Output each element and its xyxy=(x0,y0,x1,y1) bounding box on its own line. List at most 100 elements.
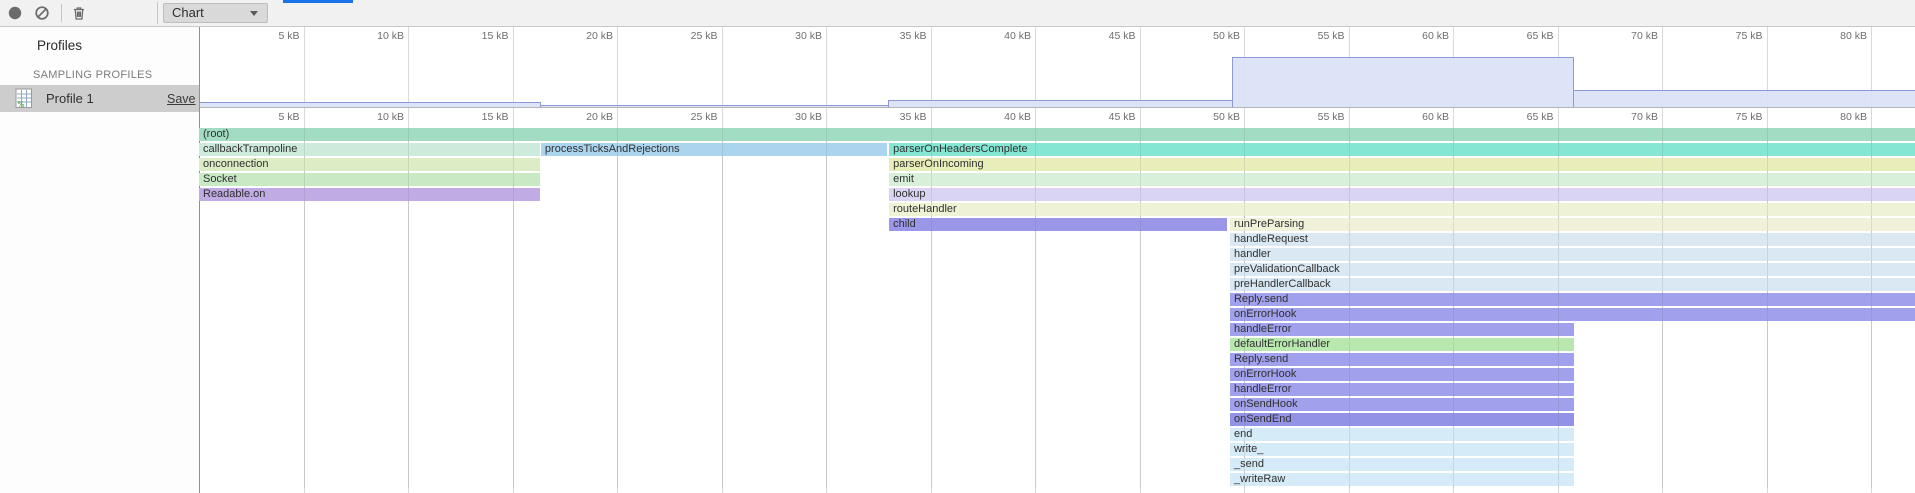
allocation-overview-area-step[interactable] xyxy=(888,100,1232,108)
block-icon xyxy=(34,5,50,21)
flame-bar[interactable]: write_ xyxy=(1230,443,1574,456)
overview-ruler-tick-label: 75 kB xyxy=(1705,30,1763,42)
profile-document-icon: % xyxy=(15,88,33,109)
flame-gridline-overlay xyxy=(1349,128,1350,488)
profile-name: Profile 1 xyxy=(46,91,94,106)
overview-ruler-tick-label: 35 kB xyxy=(869,30,927,42)
allocation-overview-area-step[interactable] xyxy=(541,105,888,107)
flame-ruler-tick-label: 45 kB xyxy=(1078,111,1136,123)
flame-ruler-tick-label: 80 kB xyxy=(1809,111,1867,123)
toolbar-divider xyxy=(157,2,158,24)
profiles-heading: Profiles xyxy=(37,38,82,53)
flame-ruler-tick-label: 65 kB xyxy=(1496,111,1554,123)
flame-ruler-tick-label: 10 kB xyxy=(346,111,404,123)
flame-bar[interactable]: routeHandler xyxy=(889,203,1915,216)
flame-gridline-overlay xyxy=(513,128,514,488)
flame-bar[interactable]: Readable.on xyxy=(199,188,540,201)
flame-bar[interactable]: defaultErrorHandler xyxy=(1230,338,1574,351)
sampling-profiles-section-label: SAMPLING PROFILES xyxy=(33,69,152,81)
flame-ruler-tick-label: 50 kB xyxy=(1182,111,1240,123)
flame-gridline-overlay xyxy=(617,128,618,488)
overview-ruler-tick-label: 45 kB xyxy=(1078,30,1136,42)
flame-gridline-overlay xyxy=(1453,128,1454,488)
flame-bar[interactable]: child xyxy=(889,218,1227,231)
flame-bar[interactable]: lookup xyxy=(889,188,1915,201)
allocation-chart-pane[interactable]: 5 kB5 kB10 kB10 kB15 kB15 kB20 kB20 kB25… xyxy=(200,27,1915,493)
overview-ruler-tick-label: 25 kB xyxy=(660,30,718,42)
flame-ruler-tick-label: 15 kB xyxy=(451,111,509,123)
flame-bar[interactable]: emit xyxy=(889,173,1915,186)
flame-ruler-tick-label: 25 kB xyxy=(660,111,718,123)
overview-ruler-tick-label: 60 kB xyxy=(1391,30,1449,42)
flame-bar[interactable]: onSendHook xyxy=(1230,398,1574,411)
flame-bar[interactable]: parserOnHeadersComplete xyxy=(889,143,1915,156)
flame-ruler-tick-label: 70 kB xyxy=(1600,111,1658,123)
allocation-overview-area-step[interactable] xyxy=(199,102,541,107)
delete-profile-button[interactable] xyxy=(71,5,87,21)
trash-icon xyxy=(71,5,87,21)
flame-gridline-overlay xyxy=(1558,128,1559,488)
flame-gridline-overlay xyxy=(1244,128,1245,488)
flame-bar[interactable]: Socket xyxy=(199,173,540,186)
flame-bar[interactable]: onSendEnd xyxy=(1230,413,1574,426)
flame-bar[interactable]: handleRequest xyxy=(1230,233,1915,246)
flame-gridline-overlay xyxy=(1035,128,1036,488)
flame-ruler-tick-label: 55 kB xyxy=(1287,111,1345,123)
flame-bar[interactable]: handleError xyxy=(1230,383,1574,396)
record-button[interactable] xyxy=(7,5,23,21)
flame-gridline-overlay xyxy=(408,128,409,488)
flame-bar[interactable]: _writeRaw xyxy=(1230,473,1574,486)
overview-ruler-tick-label: 65 kB xyxy=(1496,30,1554,42)
flame-ruler-tick-label: 20 kB xyxy=(555,111,613,123)
overview-ruler-tick-label: 30 kB xyxy=(764,30,822,42)
flame-ruler-tick-label: 60 kB xyxy=(1391,111,1449,123)
chevron-down-icon xyxy=(250,11,258,16)
flame-bar[interactable]: runPreParsing xyxy=(1230,218,1915,231)
toolbar-divider xyxy=(61,4,62,22)
flame-gridline-overlay xyxy=(304,128,305,488)
overview-ruler-tick-label: 70 kB xyxy=(1600,30,1658,42)
flame-bar[interactable]: callbackTrampoline xyxy=(199,143,540,156)
flame-bar[interactable]: _send xyxy=(1230,458,1574,471)
flame-gridline-overlay xyxy=(931,128,932,488)
overview-ruler-tick-label: 55 kB xyxy=(1287,30,1345,42)
flame-gridline-overlay xyxy=(722,128,723,488)
overview-ruler-tick-label: 80 kB xyxy=(1809,30,1867,42)
flame-bar[interactable]: onErrorHook xyxy=(1230,308,1915,321)
flame-bar[interactable]: handler xyxy=(1230,248,1915,261)
flame-ruler-tick-label: 30 kB xyxy=(764,111,822,123)
flame-bar[interactable]: (root) xyxy=(199,128,1915,141)
flame-ruler-tick-label: 75 kB xyxy=(1705,111,1763,123)
memory-profiler-panel: Chart Profiles SAMPLING PROFILES % Profi… xyxy=(0,0,1915,493)
toolbar: Chart xyxy=(0,0,1915,27)
flame-gridline-overlay xyxy=(1871,128,1872,488)
flame-bar[interactable]: onErrorHook xyxy=(1230,368,1574,381)
flame-bar[interactable]: end xyxy=(1230,428,1574,441)
sidebar-item-profile-1[interactable]: % Profile 1 Save xyxy=(0,85,199,112)
save-profile-link[interactable]: Save xyxy=(167,92,196,106)
flame-bar[interactable]: processTicksAndRejections xyxy=(541,143,887,156)
active-tab-indicator xyxy=(283,0,353,3)
overview-ruler-tick-label: 5 kB xyxy=(242,30,300,42)
flame-bar[interactable]: parserOnIncoming xyxy=(889,158,1915,171)
flame-bar[interactable]: handleError xyxy=(1230,323,1574,336)
flame-gridline-overlay xyxy=(1767,128,1768,488)
record-icon xyxy=(7,5,23,21)
overview-ruler-tick-label: 10 kB xyxy=(346,30,404,42)
flame-bar[interactable]: Reply.send xyxy=(1230,353,1574,366)
allocation-overview-area-step[interactable] xyxy=(1574,90,1915,107)
flame-bar[interactable]: onconnection xyxy=(199,158,540,171)
flame-bar[interactable]: preValidationCallback xyxy=(1230,263,1915,276)
allocation-overview-area-step[interactable] xyxy=(1232,57,1574,107)
clear-button[interactable] xyxy=(34,5,50,21)
flame-bar[interactable]: preHandlerCallback xyxy=(1230,278,1915,291)
overview-ruler-tick-label: 50 kB xyxy=(1182,30,1240,42)
profiles-sidebar: Profiles SAMPLING PROFILES % Profile 1 S… xyxy=(0,27,200,493)
flame-ruler-tick-label: 35 kB xyxy=(869,111,927,123)
flame-bar[interactable]: Reply.send xyxy=(1230,293,1915,306)
view-mode-select[interactable]: Chart xyxy=(163,3,268,23)
view-mode-selected-label: Chart xyxy=(172,5,204,20)
svg-text:%: % xyxy=(18,100,25,109)
flame-gridline-overlay xyxy=(1140,128,1141,488)
overview-ruler-tick-label: 40 kB xyxy=(973,30,1031,42)
